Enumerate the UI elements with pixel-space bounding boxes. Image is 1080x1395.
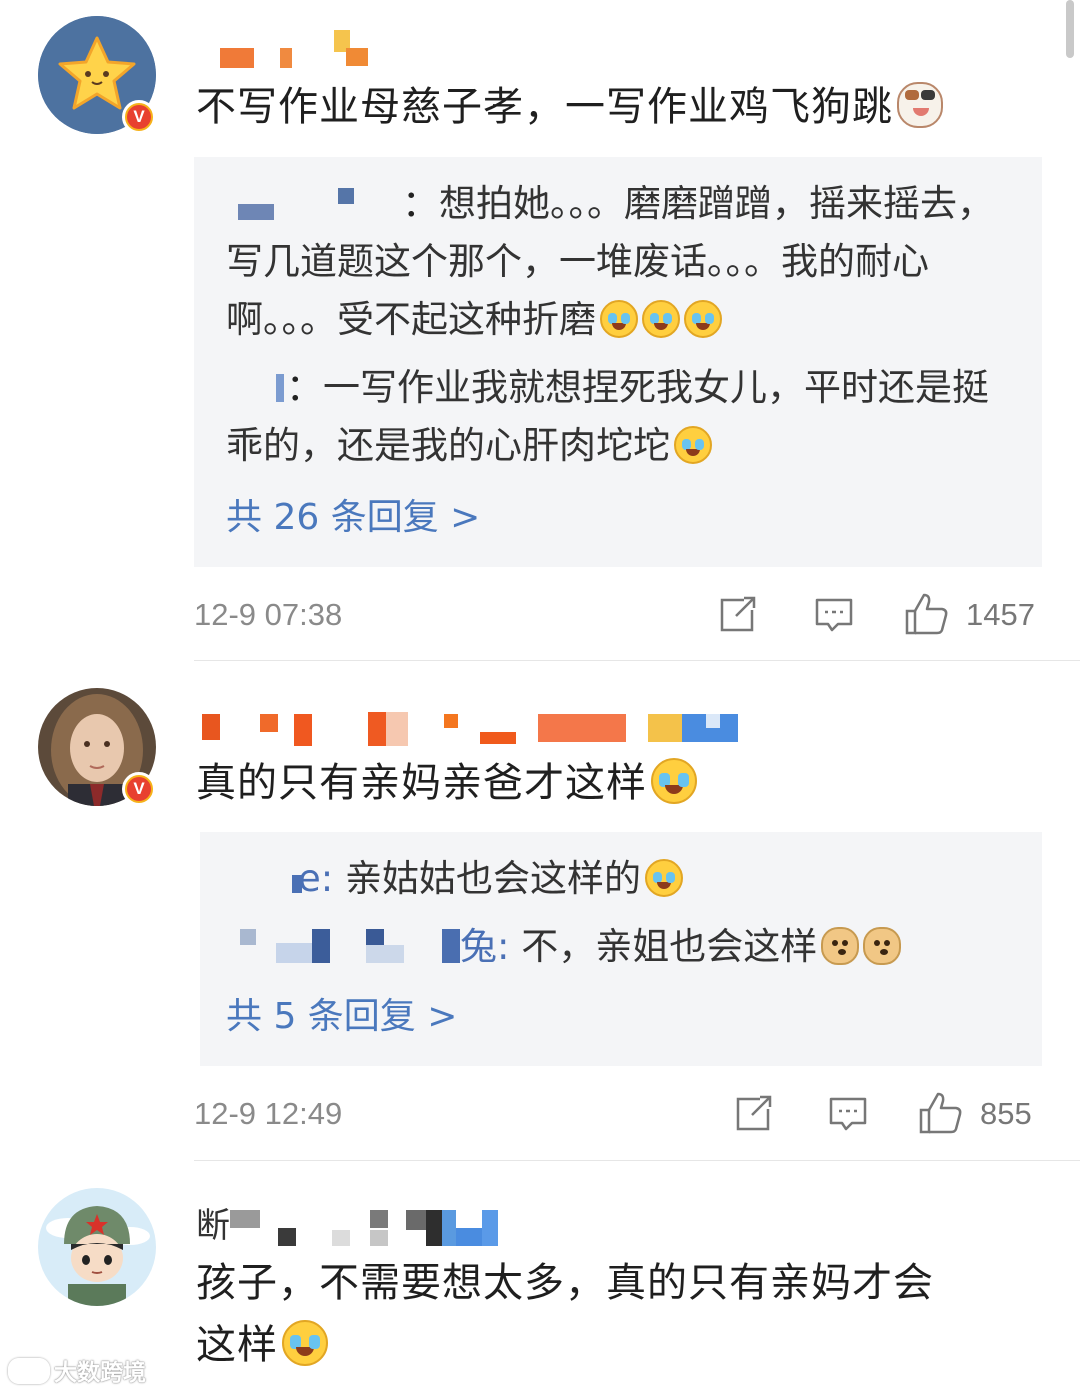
doge-emoji <box>863 927 902 965</box>
reply-item[interactable]: ：想拍她。。。磨磨蹭蹭，摇来摇去，写几道题这个那个，一堆废话。。。我的耐心啊。。… <box>226 175 1012 349</box>
comment-icon[interactable] <box>814 596 854 634</box>
cat-emoji <box>897 82 943 128</box>
cry-laugh-emoji <box>651 758 697 804</box>
username-redacted[interactable] <box>196 30 396 70</box>
comment-meta: 12-9 07:38 1457 <box>194 590 1040 640</box>
reply-username-redacted <box>226 923 460 967</box>
username-redacted[interactable] <box>196 710 756 750</box>
replies-box[interactable]: ：想拍她。。。磨磨蹭蹭，摇来摇去，写几道题这个那个，一堆废话。。。我的耐心啊。。… <box>194 157 1042 567</box>
cry-laugh-emoji <box>600 300 638 338</box>
cry-laugh-emoji <box>282 1320 328 1366</box>
username-redacted[interactable]: 断 <box>196 1200 516 1246</box>
reply-username-redacted <box>226 366 286 406</box>
comment-text: 真的只有亲妈亲爸才这样 <box>196 752 697 814</box>
more-replies-link[interactable]: 共 26 条回复 > <box>226 493 480 543</box>
comment-icon[interactable] <box>828 1095 868 1133</box>
soldier-cartoon-avatar-icon <box>38 1188 156 1306</box>
like-icon[interactable] <box>904 592 950 636</box>
scrollbar[interactable] <box>1066 0 1074 58</box>
divider <box>194 1160 1080 1161</box>
comment-meta: 12-9 12:49 855 <box>194 1089 1040 1139</box>
avatar[interactable] <box>38 1188 156 1306</box>
like-count: 1457 <box>966 597 1035 632</box>
comment-text: 不写作业母慈子孝，一写作业鸡飞狗跳 <box>196 76 943 138</box>
cry-laugh-emoji <box>642 300 680 338</box>
reply-item[interactable]: 兔: 不，亲姐也会这样 <box>226 918 1012 976</box>
reply-item[interactable]: e: 亲姑姑也会这样的 <box>226 850 1012 908</box>
reply-username-redacted <box>226 182 402 222</box>
reply-item[interactable]: ：一写作业我就想捏死我女儿，平时还是挺乖的，还是我的心肝肉坨坨 <box>226 359 1012 475</box>
timestamp: 12-9 07:38 <box>194 597 343 632</box>
timestamp: 12-9 12:49 <box>194 1096 343 1131</box>
cry-laugh-emoji <box>684 300 722 338</box>
verified-badge-icon: V <box>122 100 156 134</box>
comment-text: 孩子，不需要想太多，真的只有亲妈才会 这样 <box>196 1260 934 1368</box>
like-icon[interactable] <box>918 1091 964 1135</box>
replies-box[interactable]: e: 亲姑姑也会这样的 兔: 不，亲姐也会这样 共 5 条回复 > <box>200 832 1042 1066</box>
repost-icon[interactable] <box>734 1095 774 1133</box>
cry-laugh-emoji <box>645 859 683 897</box>
watermark-logo-icon <box>8 1358 50 1384</box>
verified-badge-icon: V <box>122 772 156 806</box>
reply-username-redacted <box>226 857 302 897</box>
cry-laugh-emoji <box>674 426 712 464</box>
repost-icon[interactable] <box>718 596 758 634</box>
watermark: 大数跨境 <box>8 1353 146 1387</box>
divider <box>194 660 1080 661</box>
doge-emoji <box>821 927 860 965</box>
more-replies-link[interactable]: 共 5 条回复 > <box>226 992 457 1042</box>
like-count: 855 <box>980 1096 1032 1131</box>
